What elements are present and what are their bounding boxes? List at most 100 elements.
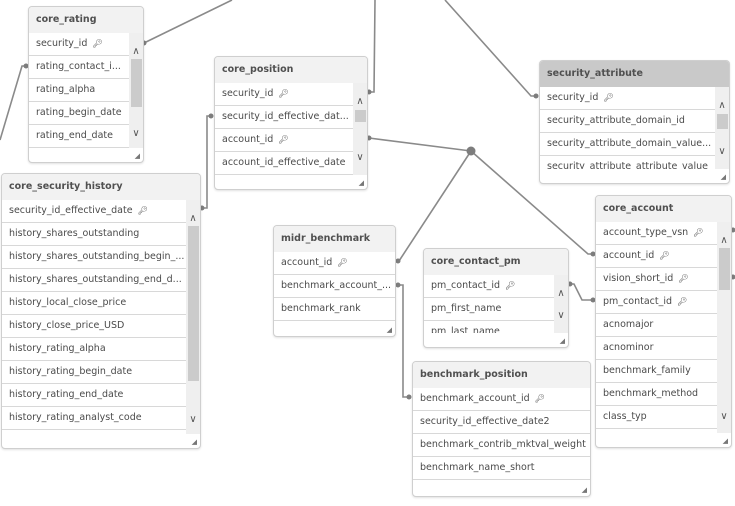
chevron-up-icon[interactable]: ∧ [353,97,367,107]
field-row[interactable]: history_rating_end_date [2,384,186,407]
scrollbar[interactable]: ∧ ∨ [353,83,367,175]
link-core-rating-contact-id[interactable] [0,65,27,141]
resize-grip-icon[interactable]: ◢ [192,438,197,446]
scroll-thumb[interactable] [131,59,142,107]
resize-grip-icon[interactable]: ◢ [721,173,726,181]
link-endpoint [533,93,539,99]
scrollbar[interactable]: ∧ ∨ [554,275,568,333]
resize-grip-icon[interactable]: ◢ [387,326,392,334]
field-row[interactable]: security_attribute_domain_id [540,110,715,133]
link-benchmark-account-id[interactable] [398,284,410,398]
field-row[interactable]: security_id 🔑︎ [29,33,129,56]
field-row[interactable]: rating_contact_i... [29,56,129,79]
table-core-contact-pm[interactable]: core_contact_pm pm_contact_id 🔑︎ pm_first… [423,248,569,348]
field-row[interactable]: benchmark_rank [274,298,395,321]
resize-grip-icon[interactable]: ◢ [723,437,728,445]
field-row[interactable]: benchmark_contrib_mktval_weight [413,434,590,457]
field-row[interactable]: pm_contact_id 🔑︎ [596,291,717,314]
field-row[interactable]: security_id 🔑︎ [540,87,715,110]
field-row[interactable]: rating_alpha [29,79,129,102]
chevron-down-icon[interactable]: ∨ [129,129,143,139]
field-row[interactable]: account_id_effective_date [215,152,353,175]
field-row[interactable]: history_rating_begin_date [2,361,186,384]
chevron-up-icon[interactable]: ∧ [129,47,143,57]
table-title[interactable]: benchmark_position [413,362,590,388]
field-row[interactable]: rating_begin_date [29,102,129,125]
table-security-attribute[interactable]: security_attribute security_id 🔑︎ securit… [539,60,730,184]
field-row[interactable]: security_attribute_attribute_value [540,156,715,169]
link-core-rating-security-id[interactable] [143,0,233,44]
chevron-down-icon[interactable]: ∨ [715,147,729,157]
field-row[interactable]: benchmark_account_... [274,275,395,298]
table-title[interactable]: core_rating [29,7,143,33]
field-row[interactable]: history_close_price_USD [2,315,186,338]
field-row[interactable]: history_shares_outstanding_end_d... [2,269,186,292]
scrollbar[interactable]: ∧ ∨ [715,87,729,169]
chevron-up-icon[interactable]: ∧ [554,289,568,299]
table-core-security-history[interactable]: core_security_history security_id_effect… [1,173,201,449]
table-title[interactable]: core_account [596,196,731,222]
field-row[interactable]: pm_contact_id 🔑︎ [424,275,554,298]
table-title[interactable]: midr_benchmark [274,226,395,252]
table-title[interactable]: core_contact_pm [424,249,568,275]
field-row[interactable]: benchmark_family [596,360,717,383]
field-row[interactable]: account_id 🔑︎ [215,129,353,152]
scroll-thumb[interactable] [719,248,730,290]
field-row[interactable]: security_id_effective_dat... [215,106,353,129]
scrollbar[interactable]: ∧ ∨ [129,33,143,148]
field-row[interactable]: security_id 🔑︎ [215,83,353,106]
chevron-up-icon[interactable]: ∧ [715,101,729,111]
table-core-rating[interactable]: core_rating security_id 🔑︎ rating_contact… [28,6,144,163]
field-row[interactable]: security_id_effective_date2 [413,411,590,434]
field-row[interactable]: account_id 🔑︎ [596,245,717,268]
table-core-position[interactable]: core_position security_id 🔑︎ security_id_… [214,56,368,190]
account-id-junction-node[interactable] [466,146,476,156]
chevron-up-icon[interactable]: ∧ [186,214,200,224]
field-row[interactable]: acnomajor [596,314,717,337]
table-core-account[interactable]: core_account account_type_vsn 🔑︎ account_… [595,195,732,448]
field-row[interactable]: security_id_effective_date 🔑︎ [2,200,186,223]
chevron-up-icon[interactable]: ∧ [717,236,731,246]
chevron-down-icon[interactable]: ∨ [353,153,367,163]
resize-grip-icon[interactable]: ◢ [560,337,565,345]
field-row[interactable]: account_type_vsn 🔑︎ [596,222,717,245]
field-row[interactable]: history_rating_alpha [2,338,186,361]
scroll-thumb[interactable] [717,114,728,129]
field-row[interactable]: benchmark_account_id 🔑︎ [413,388,590,411]
field-row[interactable]: vision_short_id 🔑︎ [596,268,717,291]
field-row[interactable]: rating_end_date [29,125,129,148]
table-title[interactable]: core_security_history [2,174,200,200]
link-core-position-account-id[interactable] [368,137,472,152]
field-row[interactable]: history_local_close_price [2,292,186,315]
field-row[interactable]: benchmark_name_short [413,457,590,480]
link-pm-contact-id[interactable] [570,283,594,301]
link-midr-benchmark-account-id[interactable] [398,150,472,262]
chevron-down-icon[interactable]: ∨ [186,415,200,425]
field-row[interactable]: benchmark_method [596,383,717,406]
resize-grip-icon[interactable]: ◢ [135,152,140,160]
scroll-thumb[interactable] [355,110,366,122]
field-row[interactable]: history_rating_analyst_code [2,407,186,430]
resize-grip-icon[interactable]: ◢ [359,179,364,187]
resize-grip-icon[interactable]: ◢ [582,486,587,494]
field-row[interactable]: class_typ [596,406,717,429]
chevron-down-icon[interactable]: ∨ [554,311,568,321]
field-row[interactable]: acnominor [596,337,717,360]
field-row[interactable]: account_id 🔑︎ [274,252,395,275]
scrollbar[interactable]: ∧ ∨ [186,200,200,434]
field-row[interactable]: history_shares_outstanding [2,223,186,246]
field-row[interactable]: pm_first_name [424,298,554,321]
link-security-attribute-security-id[interactable] [444,0,537,97]
table-title[interactable]: core_position [215,57,367,83]
link-security-id-effective-date[interactable] [202,115,212,209]
table-benchmark-position[interactable]: benchmark_position benchmark_account_id 🔑… [412,361,591,497]
table-title[interactable]: security_attribute [540,61,729,87]
table-midr-benchmark[interactable]: midr_benchmark account_id 🔑︎ benchmark_ac… [273,225,396,337]
scroll-thumb[interactable] [188,226,199,381]
field-row[interactable]: pm_last_name [424,321,554,333]
link-core-position-security-id[interactable] [369,0,376,93]
field-row[interactable]: history_shares_outstanding_begin_... [2,246,186,269]
chevron-down-icon[interactable]: ∨ [717,412,731,422]
scrollbar[interactable]: ∧ ∨ [717,222,731,433]
field-row[interactable]: security_attribute_domain_value... [540,133,715,156]
